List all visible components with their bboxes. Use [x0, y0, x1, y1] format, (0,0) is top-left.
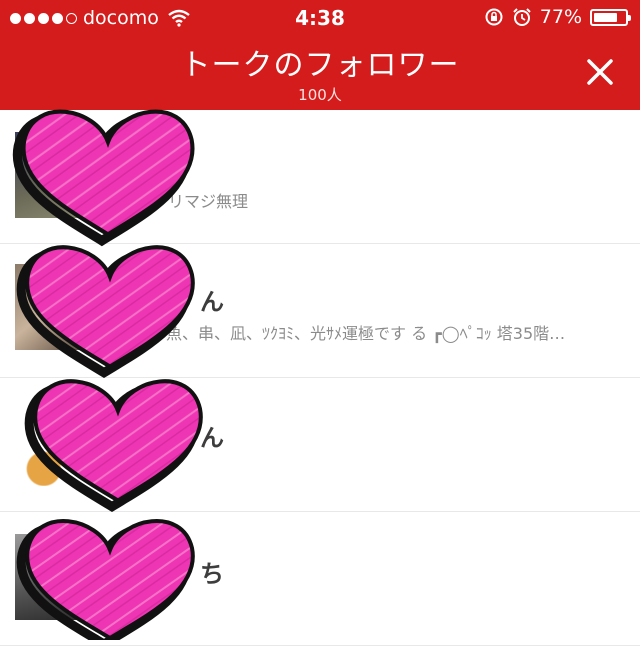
- avatar: [15, 534, 87, 620]
- alarm-icon: [513, 8, 531, 26]
- page-title: トークのフォロワー: [180, 48, 460, 83]
- avatar: [15, 400, 87, 486]
- close-icon[interactable]: [582, 54, 618, 90]
- status-icons: 77%: [484, 6, 631, 28]
- battery-icon: [590, 8, 631, 26]
- app-header: docomo 4:38 77% トークのフォロワー 100人: [0, 0, 640, 110]
- status-bar: docomo 4:38 77%: [0, 0, 640, 36]
- battery-percent: 77%: [539, 6, 582, 28]
- follower-name: ち: [200, 560, 224, 588]
- avatar: [15, 132, 87, 218]
- list-item[interactable]: ち: [0, 512, 640, 646]
- follower-status: リマジ無理: [168, 192, 249, 211]
- list-item[interactable]: リマジ無理: [0, 110, 640, 244]
- follower-count: 100人: [298, 86, 342, 104]
- avatar: [15, 264, 87, 350]
- list-item[interactable]: ん: [0, 378, 640, 512]
- rotation-lock-icon: [485, 8, 503, 26]
- follower-name: ん: [200, 424, 224, 452]
- list-item[interactable]: ん 魚、串、凪、ﾂｸﾖﾐ、光ｻﾒ運極です る ┏◯ﾍﾟｺｯ 塔35階…: [0, 244, 640, 378]
- follower-name: ん: [200, 288, 224, 316]
- follower-list: リマジ無理 ん 魚、串、凪、ﾂｸﾖﾐ、光ｻﾒ運極です る ┏◯ﾍﾟｺｯ 塔35階…: [0, 110, 640, 646]
- follower-status: 魚、串、凪、ﾂｸﾖﾐ、光ｻﾒ運極です る ┏◯ﾍﾟｺｯ 塔35階…: [166, 324, 566, 343]
